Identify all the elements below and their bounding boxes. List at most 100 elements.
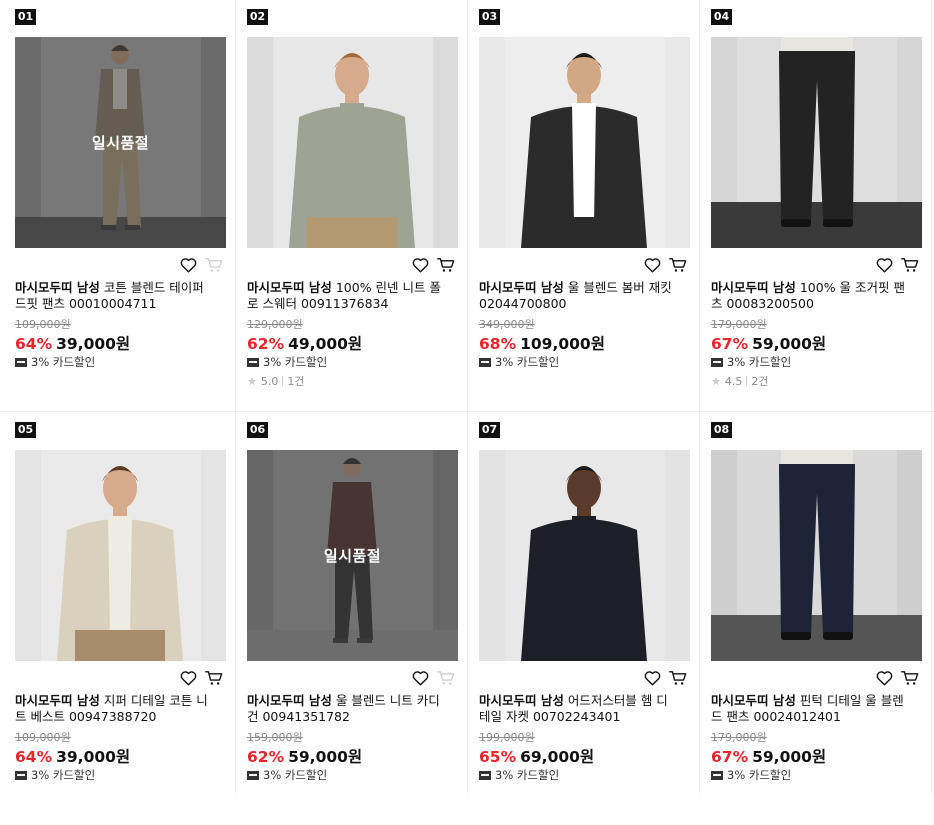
rating-score: 5.0: [260, 374, 279, 388]
discount-rate: 64%: [15, 748, 53, 766]
brand-name: 마시모두띠 남성: [711, 693, 796, 708]
product-card[interactable]: 06 일시품절 마시모두띠 남성 울 블렌드 니트 카디건 00941351782 1…: [232, 413, 464, 825]
benefit-text: 3% 카드할인: [495, 768, 560, 782]
sold-out-label: 일시품절: [91, 134, 150, 152]
discount-rate: 68%: [479, 335, 517, 353]
star-icon: ★: [711, 374, 721, 388]
heart-icon[interactable]: [642, 255, 662, 275]
product-image[interactable]: 일시품절: [247, 450, 458, 661]
price-line: 62% 49,000원: [247, 332, 362, 354]
heart-icon[interactable]: [874, 255, 894, 275]
product-actions: [642, 668, 688, 688]
product-title[interactable]: 마시모두띠 남성 어드저스터블 헴 디테일 자켓 00702243401: [479, 693, 679, 725]
rating[interactable]: ★ 5.0 1건: [247, 373, 305, 389]
review-count: 2건: [751, 375, 769, 388]
product-image[interactable]: [15, 450, 226, 661]
product-title[interactable]: 마시모두띠 남성 울 블렌드 니트 카디건 00941351782: [247, 693, 447, 725]
product-actions: [178, 668, 224, 688]
heart-icon[interactable]: [642, 668, 662, 688]
original-price: 109,000원: [15, 318, 71, 331]
cart-icon[interactable]: [900, 255, 920, 275]
product-photo-art: [247, 37, 458, 248]
card-icon: [479, 770, 491, 780]
card-benefit: 3% 카드할인: [15, 767, 95, 783]
product-card[interactable]: 01 일시품절 마시모두띠 남성 코튼 블렌드 테이퍼드핏 팬츠 000100047…: [0, 0, 232, 412]
rank-badge: 03: [479, 9, 500, 25]
rank-badge: 04: [711, 9, 732, 25]
original-price: 199,000원: [479, 731, 535, 744]
cart-icon[interactable]: [436, 255, 456, 275]
heart-icon[interactable]: [874, 668, 894, 688]
product-actions: [874, 668, 920, 688]
sold-out-overlay: 일시품절: [247, 450, 458, 661]
card-benefit: 3% 카드할인: [711, 767, 791, 783]
discount-rate: 62%: [247, 748, 285, 766]
brand-name: 마시모두띠 남성: [247, 280, 332, 295]
discount-rate: 65%: [479, 748, 517, 766]
product-title[interactable]: 마시모두띠 남성 코튼 블렌드 테이퍼드핏 팬츠 00010004711: [15, 280, 215, 312]
product-photo-art: [479, 37, 690, 248]
sale-price: 49,000원: [288, 335, 363, 353]
heart-icon[interactable]: [410, 255, 430, 275]
card-icon: [479, 357, 491, 367]
original-price: 159,000원: [247, 731, 303, 744]
review-count: 1건: [287, 375, 305, 388]
product-image[interactable]: [711, 450, 922, 661]
product-title[interactable]: 마시모두띠 남성 100% 울 조거핏 팬츠 00083200500: [711, 280, 911, 312]
sale-price: 39,000원: [56, 335, 131, 353]
rating[interactable]: ★ 4.5 2건: [711, 373, 769, 389]
rank-badge: 05: [15, 422, 36, 438]
product-actions: [874, 255, 920, 275]
cart-icon: [436, 668, 456, 688]
original-price: 179,000원: [711, 731, 767, 744]
product-card[interactable]: 07 마시모두띠 남성 어드저스터블 헴 디테일 자켓 00702243401 19…: [464, 413, 696, 825]
product-title[interactable]: 마시모두띠 남성 지퍼 디테일 코튼 니트 베스트 00947388720: [15, 693, 215, 725]
card-benefit: 3% 카드할인: [711, 354, 791, 370]
cart-icon[interactable]: [668, 255, 688, 275]
brand-name: 마시모두띠 남성: [15, 693, 100, 708]
card-benefit: 3% 카드할인: [479, 354, 559, 370]
heart-icon[interactable]: [178, 255, 198, 275]
cart-icon[interactable]: [900, 668, 920, 688]
card-benefit: 3% 카드할인: [247, 354, 327, 370]
product-card[interactable]: 04 마시모두띠 남성 100% 울 조거핏 팬츠 00083200500 179,…: [696, 0, 928, 412]
star-icon: ★: [247, 374, 257, 388]
product-photo-art: [15, 450, 226, 661]
cart-icon: [204, 255, 224, 275]
card-icon: [15, 357, 27, 367]
cart-icon[interactable]: [204, 668, 224, 688]
product-card[interactable]: 05 마시모두띠 남성 지퍼 디테일 코튼 니트 베스트 00947388720 1…: [0, 413, 232, 825]
sale-price: 59,000원: [752, 335, 827, 353]
sale-price: 59,000원: [288, 748, 363, 766]
benefit-text: 3% 카드할인: [263, 355, 328, 369]
product-card[interactable]: 02 마시모두띠 남성 100% 린넨 니트 폴로 스웨터 00911376834…: [232, 0, 464, 412]
product-title[interactable]: 마시모두띠 남성 핀턱 디테일 울 블렌드 팬츠 00024012401: [711, 693, 911, 725]
sale-price: 39,000원: [56, 748, 131, 766]
product-actions: [410, 668, 456, 688]
product-image[interactable]: [711, 37, 922, 248]
sale-price: 69,000원: [520, 748, 595, 766]
product-actions: [642, 255, 688, 275]
product-card[interactable]: 08 마시모두띠 남성 핀턱 디테일 울 블렌드 팬츠 00024012401 17…: [696, 413, 928, 825]
product-title[interactable]: 마시모두띠 남성 100% 린넨 니트 폴로 스웨터 00911376834: [247, 280, 447, 312]
divider: [931, 0, 932, 793]
product-image[interactable]: 일시품절: [15, 37, 226, 248]
heart-icon[interactable]: [410, 668, 430, 688]
rank-badge: 02: [247, 9, 268, 25]
product-image[interactable]: [247, 37, 458, 248]
sale-price: 59,000원: [752, 748, 827, 766]
cart-icon[interactable]: [668, 668, 688, 688]
price-line: 65% 69,000원: [479, 745, 594, 767]
price-line: 67% 59,000원: [711, 745, 826, 767]
product-actions: [410, 255, 456, 275]
product-photo-art: [711, 37, 922, 248]
original-price: 109,000원: [15, 731, 71, 744]
discount-rate: 67%: [711, 335, 749, 353]
card-icon: [15, 770, 27, 780]
product-image[interactable]: [479, 37, 690, 248]
heart-icon[interactable]: [178, 668, 198, 688]
rank-badge: 07: [479, 422, 500, 438]
product-title[interactable]: 마시모두띠 남성 울 블렌드 봄버 재킷 02044700800: [479, 280, 679, 312]
product-card[interactable]: 03 마시모두띠 남성 울 블렌드 봄버 재킷 02044700800 349,00…: [464, 0, 696, 412]
product-image[interactable]: [479, 450, 690, 661]
